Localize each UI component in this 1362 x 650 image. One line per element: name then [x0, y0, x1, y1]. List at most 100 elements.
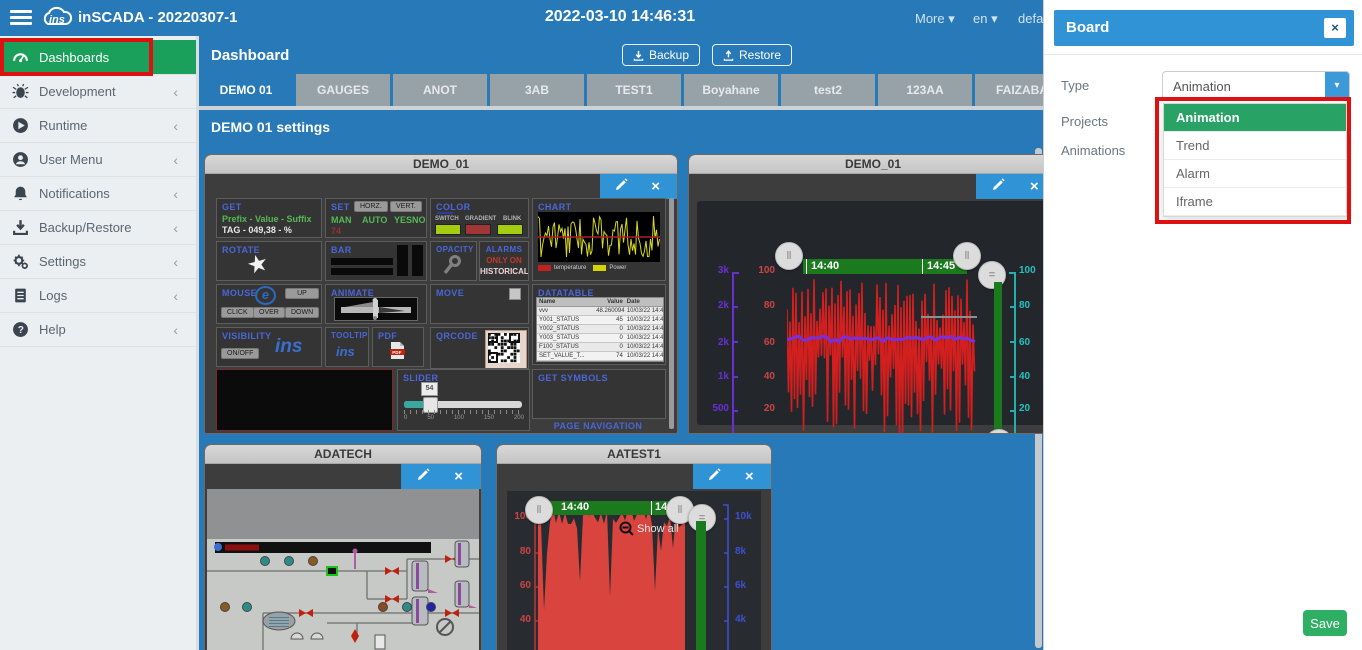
- widget-mouse[interactable]: MOUSE e UP CLICK OVER DOWN: [216, 284, 322, 324]
- sidebar-item-notifications[interactable]: Notifications‹: [0, 177, 196, 211]
- dropdown-option-iframe[interactable]: Iframe: [1164, 188, 1346, 216]
- widget-get-symbols[interactable]: GET SYMBOLS: [532, 369, 666, 419]
- switch-color-swatch[interactable]: [435, 224, 461, 235]
- tab-123aa[interactable]: 123AA: [878, 74, 972, 106]
- widget-set[interactable]: SET HORZ. VERT. MAN AUTO YESNO 74: [325, 198, 427, 238]
- widget-color[interactable]: COLOR SWITCH GRADIENT BLINK: [430, 198, 529, 238]
- sidebar-item-settings[interactable]: Settings‹: [0, 245, 196, 279]
- blink-label: BLINK: [503, 216, 521, 222]
- zoom-out-icon[interactable]: [619, 521, 635, 537]
- widget-chart[interactable]: CHART temperature Power: [532, 198, 666, 281]
- man-label[interactable]: MAN: [331, 215, 352, 225]
- range-handle-left[interactable]: ‖: [775, 242, 803, 270]
- widget-qrcode[interactable]: QRCODE: [430, 327, 529, 369]
- sidebar-item-help[interactable]: ? Help‹: [0, 313, 196, 347]
- edit-pencil-icon[interactable]: [986, 178, 1012, 196]
- close-icon[interactable]: ×: [736, 468, 762, 485]
- dropdown-option-trend[interactable]: Trend: [1164, 132, 1346, 160]
- sidebar-item-logs[interactable]: Logs‹: [0, 279, 196, 313]
- save-button[interactable]: Save: [1303, 610, 1347, 636]
- mouse-up-button[interactable]: UP: [285, 288, 319, 299]
- more-menu[interactable]: More ▾: [915, 11, 955, 27]
- restore-button[interactable]: Restore: [712, 44, 792, 66]
- tab-faizaba[interactable]: FAIZABA: [975, 74, 1043, 106]
- tab-anot[interactable]: ANOT: [393, 74, 487, 106]
- table-row[interactable]: vvv48.26009474...10/03/22 14:4...: [537, 307, 663, 316]
- chevron-down-icon[interactable]: ▾: [1325, 72, 1349, 100]
- widget-blackbox[interactable]: [216, 369, 393, 431]
- dropdown-option-alarm[interactable]: Alarm: [1164, 160, 1346, 188]
- type-select[interactable]: Animation ▾: [1162, 71, 1350, 101]
- widget-visibility[interactable]: VISIBILITY ON/OFF ins: [216, 327, 322, 367]
- widget-slider[interactable]: SLIDER 54 050100150200: [397, 369, 530, 431]
- table-row[interactable]: Y003_STATUS010/03/22 14:4...: [537, 334, 663, 343]
- widget-animate[interactable]: ANIMATE: [325, 284, 427, 324]
- table-row[interactable]: F100_STATUS010/03/22 14:4...: [537, 343, 663, 352]
- legend-label-temperature: temperature: [554, 265, 586, 271]
- bell-icon: [12, 185, 29, 202]
- widget-pdf[interactable]: PDF PDF: [372, 327, 424, 367]
- trend-gray-line: [921, 316, 977, 318]
- tab-3ab[interactable]: 3AB: [490, 74, 584, 106]
- vertical-slider-track[interactable]: [696, 521, 706, 650]
- backup-button[interactable]: Backup: [622, 44, 700, 66]
- range-handle-right[interactable]: ‖: [953, 242, 981, 270]
- sidebar-item-user-menu[interactable]: User Menu‹: [0, 143, 196, 177]
- sidebar-item-development[interactable]: Development‹: [0, 75, 196, 109]
- tab-gauges[interactable]: GAUGES: [296, 74, 390, 106]
- mouse-over-button[interactable]: OVER: [253, 307, 285, 318]
- edit-pencil-icon[interactable]: [410, 468, 436, 486]
- tab-test2[interactable]: test2: [781, 74, 875, 106]
- tab-boyahane[interactable]: Boyahane: [684, 74, 778, 106]
- widget-bar[interactable]: BAR: [325, 241, 427, 281]
- teal-axis: [1007, 271, 1017, 434]
- blink-color-swatch[interactable]: [497, 224, 523, 235]
- sidebar-item-runtime[interactable]: Runtime‹: [0, 109, 196, 143]
- dropdown-option-animation[interactable]: Animation: [1164, 104, 1346, 132]
- range-handle-left[interactable]: ‖: [525, 496, 553, 524]
- vert-button[interactable]: VERT.: [390, 201, 422, 212]
- horz-button[interactable]: HORZ.: [354, 201, 388, 212]
- time-range-bar[interactable]: 14:40 14:: [549, 501, 685, 515]
- language-menu[interactable]: en ▾: [973, 11, 998, 27]
- download-icon: [633, 50, 644, 61]
- mouse-click-button[interactable]: CLICK: [221, 307, 254, 318]
- yesno-label[interactable]: YESNO: [394, 215, 426, 225]
- edit-pencil-icon[interactable]: [608, 178, 634, 196]
- widget-datatable[interactable]: DATATABLE Name Value Date vvv48.26009474…: [532, 284, 666, 365]
- close-icon[interactable]: ×: [1324, 18, 1346, 38]
- panel-scrollbar[interactable]: [669, 198, 674, 429]
- panel-title[interactable]: AATEST1: [497, 445, 771, 464]
- time-range-bar[interactable]: 14:40 14:45: [803, 259, 967, 274]
- move-checkbox[interactable]: [509, 288, 521, 300]
- widget-move[interactable]: MOVE: [430, 284, 529, 324]
- hamburger-menu-icon[interactable]: [10, 10, 32, 26]
- widget-rotate[interactable]: ROTATE ★: [216, 241, 322, 281]
- panel-title[interactable]: DEMO_01: [689, 155, 1057, 174]
- table-row[interactable]: Y002_STATUS010/03/22 14:4...: [537, 325, 663, 334]
- table-row[interactable]: Y001_STATUS4510/03/22 14:4...: [537, 316, 663, 325]
- onoff-button[interactable]: ON/OFF: [221, 348, 259, 359]
- vertical-slider-track[interactable]: [994, 282, 1002, 432]
- widget-get[interactable]: GET Prefix - Value - Suffix TAG - 049,38…: [216, 198, 322, 238]
- close-icon[interactable]: ×: [643, 178, 669, 195]
- close-icon[interactable]: ×: [446, 468, 472, 485]
- panel-title[interactable]: DEMO_01: [205, 155, 677, 174]
- widget-opacity[interactable]: OPACITY: [430, 241, 477, 281]
- mouse-down-button[interactable]: DOWN: [285, 307, 319, 318]
- gradient-color-swatch[interactable]: [465, 224, 491, 235]
- widget-tooltip[interactable]: TOOLTIP ins: [325, 327, 369, 367]
- tab-test1[interactable]: TEST1: [587, 74, 681, 106]
- panel-title[interactable]: ADATECH: [205, 445, 481, 464]
- tab-demo01[interactable]: DEMO 01: [199, 74, 293, 106]
- auto-label[interactable]: AUTO: [362, 215, 387, 225]
- sidebar-item-dashboards[interactable]: Dashboards: [0, 40, 196, 75]
- document-icon: [12, 287, 29, 304]
- show-all-label[interactable]: Show all: [637, 523, 679, 535]
- widget-alarms[interactable]: ALARMS ONLY ON HISTORICAL: [479, 241, 529, 281]
- user-menu-topbar[interactable]: defa: [1018, 11, 1043, 26]
- table-row[interactable]: SET_VALUE_T...7410/03/22 14:4...: [537, 352, 663, 361]
- edit-pencil-icon[interactable]: [702, 468, 728, 486]
- datatable-header[interactable]: Name Value Date: [537, 298, 663, 307]
- sidebar-item-backup-restore[interactable]: Backup/Restore‹: [0, 211, 196, 245]
